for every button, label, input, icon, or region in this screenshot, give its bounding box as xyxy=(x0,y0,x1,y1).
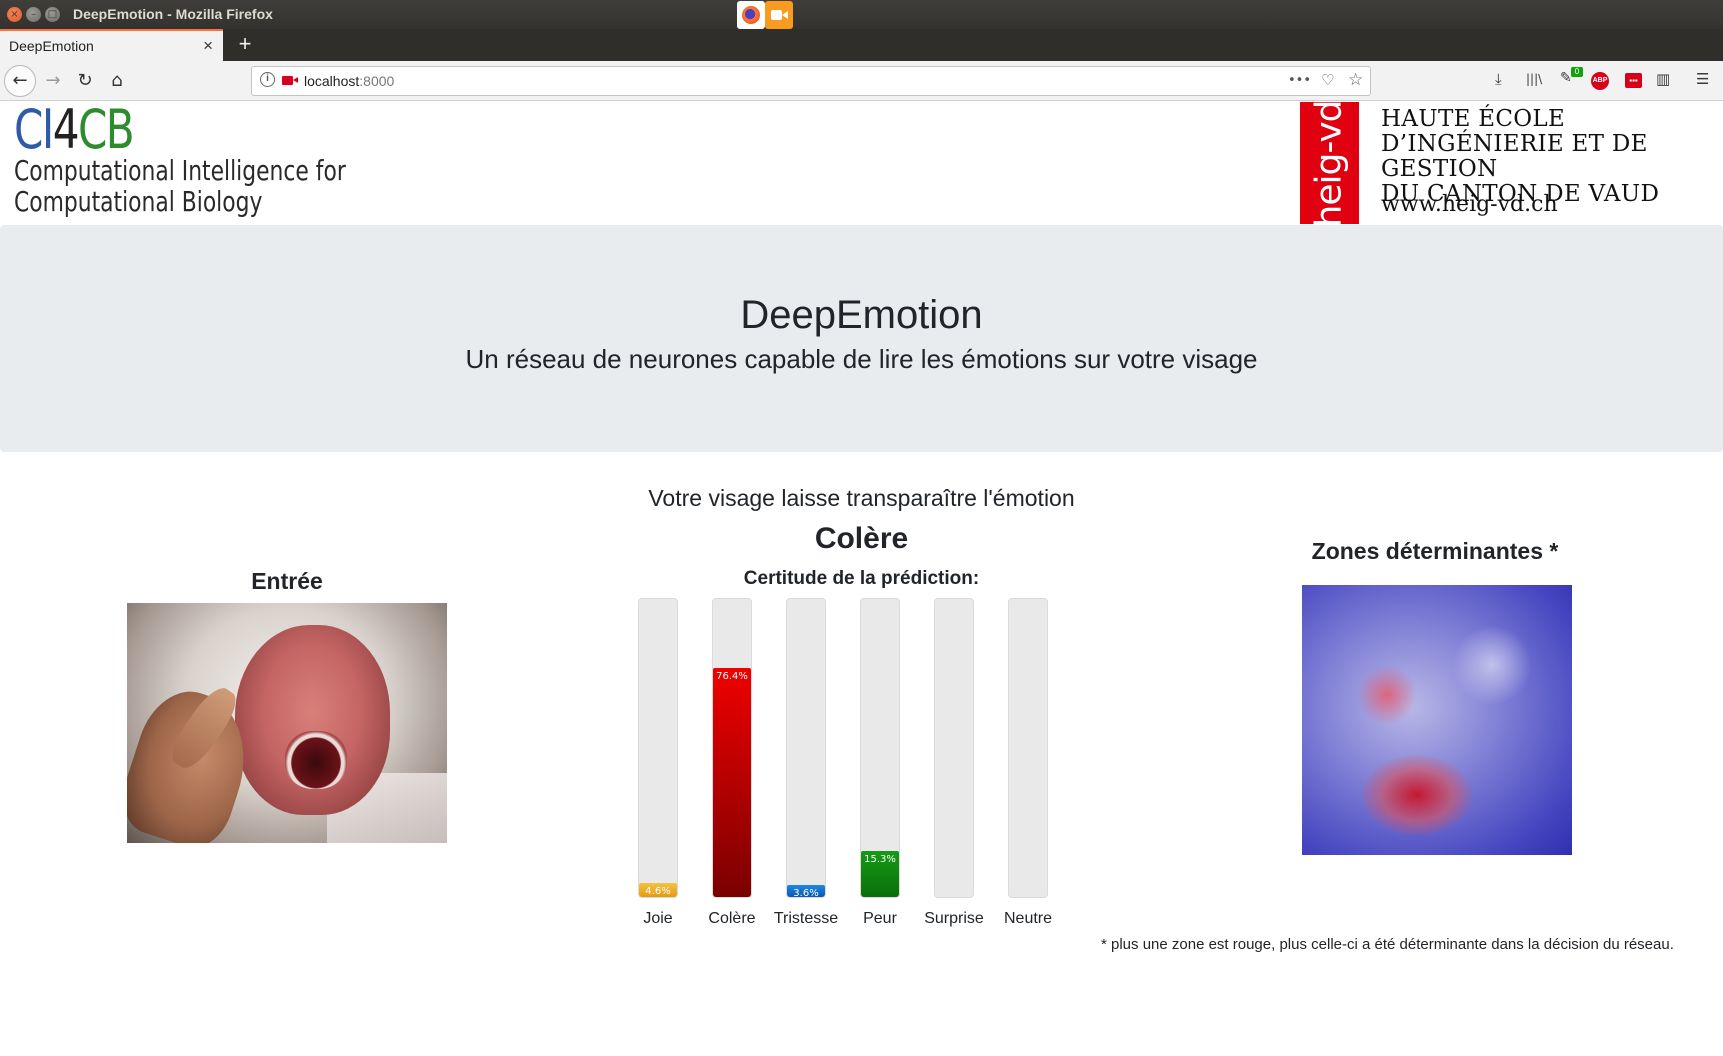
pocket-icon[interactable]: ♡ xyxy=(1321,71,1334,89)
bar-tristesse: 3.6% xyxy=(787,885,825,897)
hero-banner: DeepEmotion Un réseau de neurones capabl… xyxy=(0,225,1723,452)
bar-category-label: Tristesse xyxy=(773,910,839,927)
new-tab-button[interactable]: + xyxy=(232,31,258,57)
heig-vd-name-line2: D’INGÉNIERIE ET DE GESTION xyxy=(1381,131,1648,182)
bar-joie: 4.6% xyxy=(639,883,677,897)
bar-peur: 15.3% xyxy=(861,851,899,897)
heig-vd-name-line1: HAUTE ÉCOLE xyxy=(1381,106,1566,132)
close-icon: × xyxy=(10,9,19,20)
bar-value-label: 3.6% xyxy=(793,888,819,898)
extension-badge: 0 xyxy=(1571,67,1583,77)
navigation-bar: ← → ↻ ⌂ i localhost:8000 ••• ♡ ☆ ⤓ |||\ … xyxy=(0,61,1723,101)
window-close-button[interactable]: × xyxy=(7,7,22,22)
heig-vd-logo[interactable]: heig-vd xyxy=(1300,102,1359,224)
camera-indicator-icon[interactable] xyxy=(765,1,793,29)
window-title: DeepEmotion - Mozilla Firefox xyxy=(73,6,273,22)
maximize-icon: □ xyxy=(47,9,58,20)
page-title: DeepEmotion xyxy=(740,293,983,337)
extension-red-icon[interactable]: ▪▪▪ xyxy=(1625,73,1642,88)
bar-value-label: 76.4% xyxy=(716,670,748,682)
window-titlebar: × – □ DeepEmotion - Mozilla Firefox xyxy=(0,0,1723,29)
bar-value-label: 15.3% xyxy=(864,854,896,866)
input-title: Entrée xyxy=(251,568,323,594)
bar-track-colère: 76.4% xyxy=(712,598,752,898)
bar-category-label: Surprise xyxy=(924,910,984,927)
saliency-map-image xyxy=(1302,585,1572,855)
library-icon[interactable]: |||\ xyxy=(1526,72,1542,86)
zones-footnote: * plus une zone est rouge, plus celle-ci… xyxy=(1101,936,1674,953)
bar-value-label: 4.6% xyxy=(645,886,671,898)
sync-extension-icon[interactable]: ✎ xyxy=(1560,70,1572,86)
download-icon[interactable]: ⤓ xyxy=(1495,70,1502,88)
bar-colère: 76.4% xyxy=(713,667,751,897)
url-host: localhost xyxy=(304,73,360,89)
bookmark-icon[interactable]: ☆ xyxy=(1348,70,1363,90)
reload-button[interactable]: ↻ xyxy=(70,66,100,96)
heig-vd-url: www.heig-vd.ch xyxy=(1381,192,1558,217)
forward-button[interactable]: → xyxy=(38,66,68,96)
bar-category-label: Neutre xyxy=(1003,910,1053,927)
bar-category-label: Peur xyxy=(863,910,897,927)
tab-close-icon[interactable]: × xyxy=(203,36,213,56)
firefox-icon xyxy=(742,6,760,24)
heig-vd-logo-text: heig-vd xyxy=(1308,102,1350,224)
ci4cb-logo-line2: Computational Biology xyxy=(14,185,263,218)
bar-category-label: Joie xyxy=(643,910,673,927)
home-button[interactable]: ⌂ xyxy=(102,66,132,96)
firefox-panel-icon[interactable] xyxy=(737,1,765,29)
window-maximize-button[interactable]: □ xyxy=(45,7,60,22)
prediction-chart: 4.6% Joie 76.4% Colère 3.6% Tristesse 15.3% Peu… xyxy=(620,598,1090,938)
sidebar-icon[interactable]: ▥ xyxy=(1656,70,1670,88)
bar-track-peur: 15.3% xyxy=(860,598,900,898)
tab-deepemotion[interactable]: DeepEmotion × xyxy=(0,29,223,61)
input-face-image xyxy=(127,603,447,843)
back-button[interactable]: ← xyxy=(4,65,36,97)
emotion-intro: Votre visage laisse transparaître l'émot… xyxy=(648,485,1075,511)
page-actions-icon[interactable]: ••• xyxy=(1288,73,1311,88)
camera-icon[interactable] xyxy=(282,76,298,85)
zones-title: Zones déterminantes * xyxy=(1311,538,1559,564)
url-text[interactable]: localhost:8000 xyxy=(304,73,394,89)
page-subtitle: Un réseau de neurones capable de lire le… xyxy=(465,344,1258,374)
minimize-icon: – xyxy=(31,9,36,20)
info-icon[interactable]: i xyxy=(260,72,275,87)
bar-track-tristesse: 3.6% xyxy=(786,598,826,898)
window-minimize-button[interactable]: – xyxy=(26,7,41,22)
page-content: CI4CB Computational Intelligence for Com… xyxy=(0,102,1723,1056)
ci4cb-logo[interactable]: CI4CB Computational Intelligence for Com… xyxy=(14,98,346,220)
url-bar[interactable]: i localhost:8000 ••• ♡ ☆ xyxy=(251,66,1371,96)
url-port: :8000 xyxy=(359,73,395,89)
bar-track-joie: 4.6% xyxy=(638,598,678,898)
tab-title: DeepEmotion xyxy=(9,38,94,54)
tab-strip: DeepEmotion × + xyxy=(0,29,1723,61)
ci4cb-logo-line1: Computational Intelligence for xyxy=(14,154,346,187)
bar-category-label: Colère xyxy=(708,910,756,927)
bar-track-surprise xyxy=(934,598,974,898)
menu-icon[interactable]: ☰ xyxy=(1696,70,1709,88)
adblock-icon[interactable]: ABP xyxy=(1591,72,1609,90)
ci4cb-logo-mark: CI4CB xyxy=(14,98,135,161)
bar-track-neutre xyxy=(1008,598,1048,898)
